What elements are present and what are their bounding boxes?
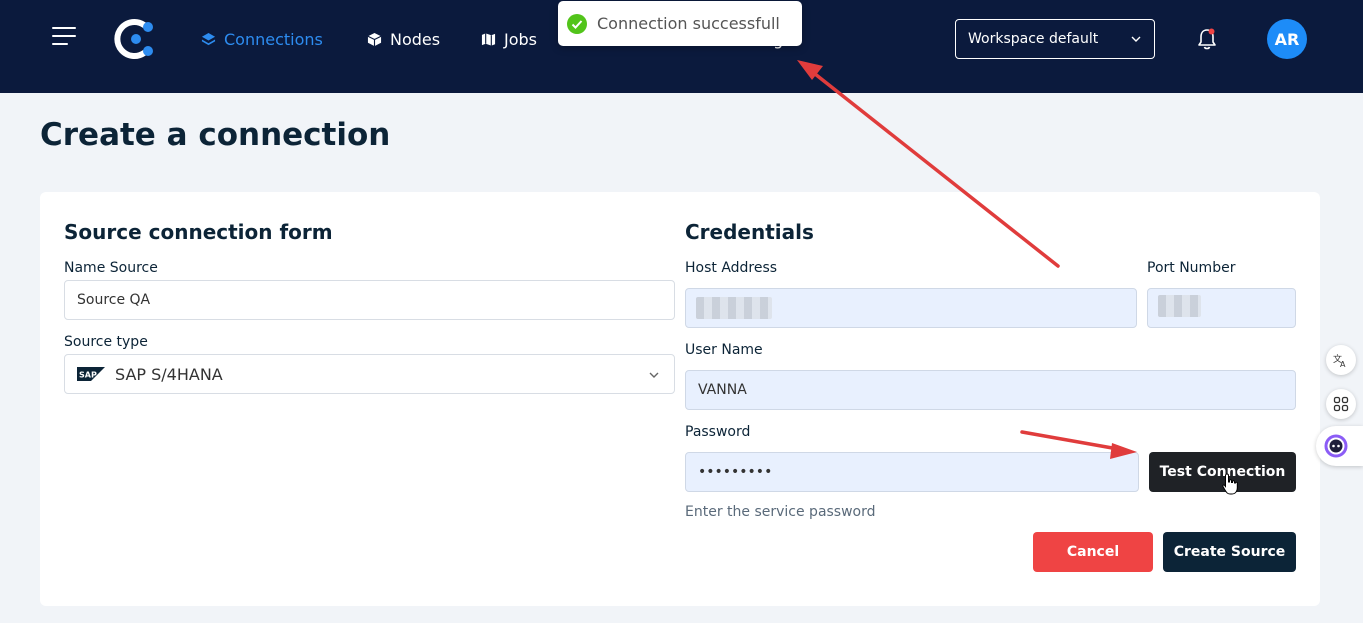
source-type-value: SAP S/4HANA bbox=[115, 364, 223, 384]
cancel-button[interactable]: Cancel bbox=[1033, 532, 1153, 572]
credentials-title: Credentials bbox=[685, 220, 814, 244]
name-source-input[interactable]: Source QA bbox=[64, 280, 675, 320]
redacted-host-value bbox=[696, 297, 772, 319]
redacted-port-value bbox=[1158, 295, 1201, 317]
layers-icon bbox=[201, 32, 216, 45]
workspace-select[interactable]: Workspace default bbox=[955, 19, 1155, 59]
port-number-input[interactable] bbox=[1147, 288, 1296, 328]
password-label: Password bbox=[685, 424, 751, 440]
nav-jobs[interactable]: Jobs bbox=[481, 27, 537, 51]
chevron-down-icon bbox=[1131, 36, 1141, 42]
host-address-input[interactable] bbox=[685, 288, 1137, 328]
app-logo[interactable] bbox=[114, 18, 156, 60]
user-avatar[interactable]: AR bbox=[1267, 19, 1307, 59]
cube-icon bbox=[367, 32, 382, 46]
password-value: ••••••••• bbox=[698, 464, 773, 480]
nav-nodes-label: Nodes bbox=[390, 29, 441, 49]
success-toast: Connection successfull bbox=[558, 1, 802, 46]
user-name-label: User Name bbox=[685, 342, 763, 358]
nav-connections[interactable]: Connections bbox=[201, 27, 323, 51]
map-icon bbox=[481, 32, 496, 46]
host-address-label: Host Address bbox=[685, 260, 778, 276]
workspace-value: Workspace default bbox=[968, 31, 1099, 47]
connection-form-card: Source connection form Name Source Sourc… bbox=[40, 192, 1320, 606]
nav-nodes[interactable]: Nodes bbox=[367, 27, 440, 51]
password-helper-text: Enter the service password bbox=[685, 504, 876, 520]
page-title: Create a connection bbox=[40, 117, 391, 153]
chevron-down-icon bbox=[649, 372, 659, 378]
create-source-button[interactable]: Create Source bbox=[1163, 532, 1296, 572]
apps-grid-icon bbox=[1333, 396, 1349, 412]
translate-button[interactable]: 文A bbox=[1326, 345, 1356, 375]
menu-icon[interactable] bbox=[52, 27, 78, 47]
source-type-select[interactable]: SAP SAP S/4HANA bbox=[64, 354, 675, 394]
apps-button[interactable] bbox=[1326, 389, 1356, 419]
toast-message: Connection successfull bbox=[597, 14, 780, 33]
check-circle-icon bbox=[567, 13, 587, 34]
source-type-label: Source type bbox=[64, 334, 148, 350]
translate-icon: 文A bbox=[1333, 353, 1346, 368]
name-source-value: Source QA bbox=[77, 292, 151, 308]
assistant-icon bbox=[1324, 434, 1348, 458]
name-source-label: Name Source bbox=[64, 260, 158, 276]
source-form-title: Source connection form bbox=[64, 220, 333, 244]
hand-cursor-icon bbox=[1222, 473, 1238, 495]
nav-jobs-label: Jobs bbox=[504, 29, 537, 49]
sap-logo-icon: SAP bbox=[77, 367, 105, 381]
assistant-tab[interactable] bbox=[1316, 426, 1363, 466]
svg-text:SAP: SAP bbox=[79, 371, 97, 380]
bell-icon[interactable] bbox=[1196, 27, 1218, 51]
svg-text:A: A bbox=[1340, 360, 1346, 368]
user-name-input[interactable]: VANNA bbox=[685, 370, 1296, 410]
nav-connections-label: Connections bbox=[224, 29, 323, 49]
password-input[interactable]: ••••••••• bbox=[685, 452, 1139, 492]
port-number-label: Port Number bbox=[1147, 260, 1236, 276]
user-name-value: VANNA bbox=[698, 382, 747, 398]
